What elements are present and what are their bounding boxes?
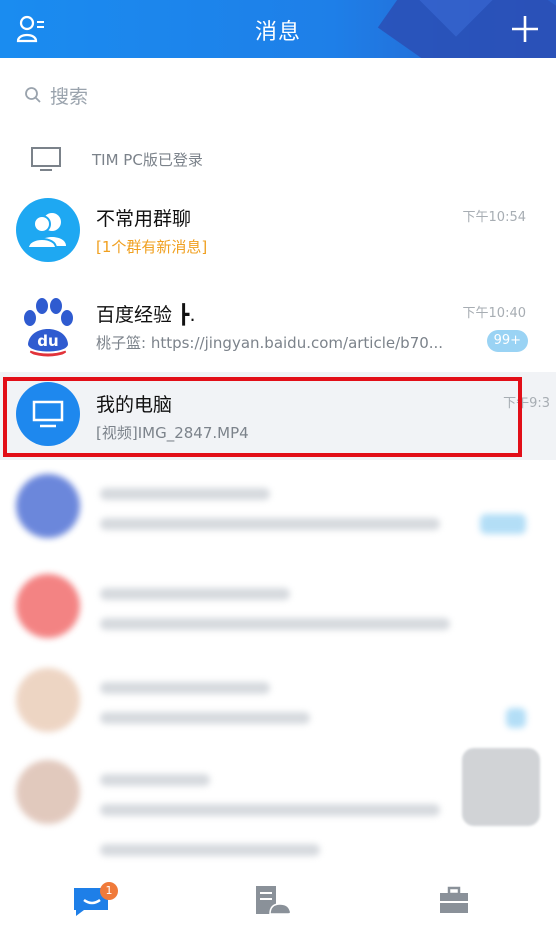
bottom-tab-bar — [0, 866, 556, 938]
unread-badge: 99+ — [486, 330, 528, 352]
conversation-row[interactable]: du 百度经验 ┣. 桃子篮: https://jingyan.baidu.co… — [0, 282, 556, 370]
blurred-avatar — [16, 474, 80, 538]
search-icon — [25, 87, 41, 103]
svg-text:du: du — [37, 332, 58, 350]
blurred-conversation-row[interactable] — [0, 562, 556, 650]
add-icon[interactable] — [510, 14, 540, 44]
floating-assistant-button[interactable] — [462, 748, 540, 826]
pc-login-notice[interactable]: TIM PC版已登录 — [30, 144, 203, 174]
baidu-paw-icon: du — [16, 294, 80, 358]
highlight-box — [3, 377, 522, 457]
messages-unread-badge: 1 — [100, 882, 118, 900]
blurred-conversation-row[interactable] — [0, 830, 556, 866]
monitor-icon — [31, 147, 61, 171]
page-title: 消息 — [254, 20, 301, 45]
blurred-conversation-row[interactable] — [0, 656, 556, 744]
top-bar: 消息 — [0, 0, 556, 58]
blurred-avatar — [16, 574, 80, 638]
conversation-time: 下午10:40 — [462, 306, 526, 321]
conversation-name: 百度经验 ┣. — [96, 304, 196, 326]
blurred-conversation-row[interactable] — [0, 462, 556, 550]
pc-login-text: TIM PC版已登录 — [92, 150, 203, 169]
blurred-avatar — [16, 668, 80, 732]
conversation-preview: [1个群有新消息] — [96, 238, 208, 256]
search-input[interactable]: 搜索 — [24, 80, 88, 110]
conversation-row[interactable]: 不常用群聊 [1个群有新消息] 下午10:54 — [0, 186, 556, 274]
workspace-tab-icon[interactable] — [436, 884, 476, 918]
group-avatar-icon — [16, 198, 80, 262]
blurred-avatar — [16, 760, 80, 824]
conversation-time: 下午10:54 — [462, 210, 526, 225]
contacts-docs-tab-icon[interactable] — [254, 884, 294, 918]
conversation-preview: 桃子篮: https://jingyan.baidu.com/article/b… — [96, 334, 444, 352]
search-placeholder: 搜索 — [50, 85, 89, 108]
conversation-name: 不常用群聊 — [96, 208, 192, 230]
